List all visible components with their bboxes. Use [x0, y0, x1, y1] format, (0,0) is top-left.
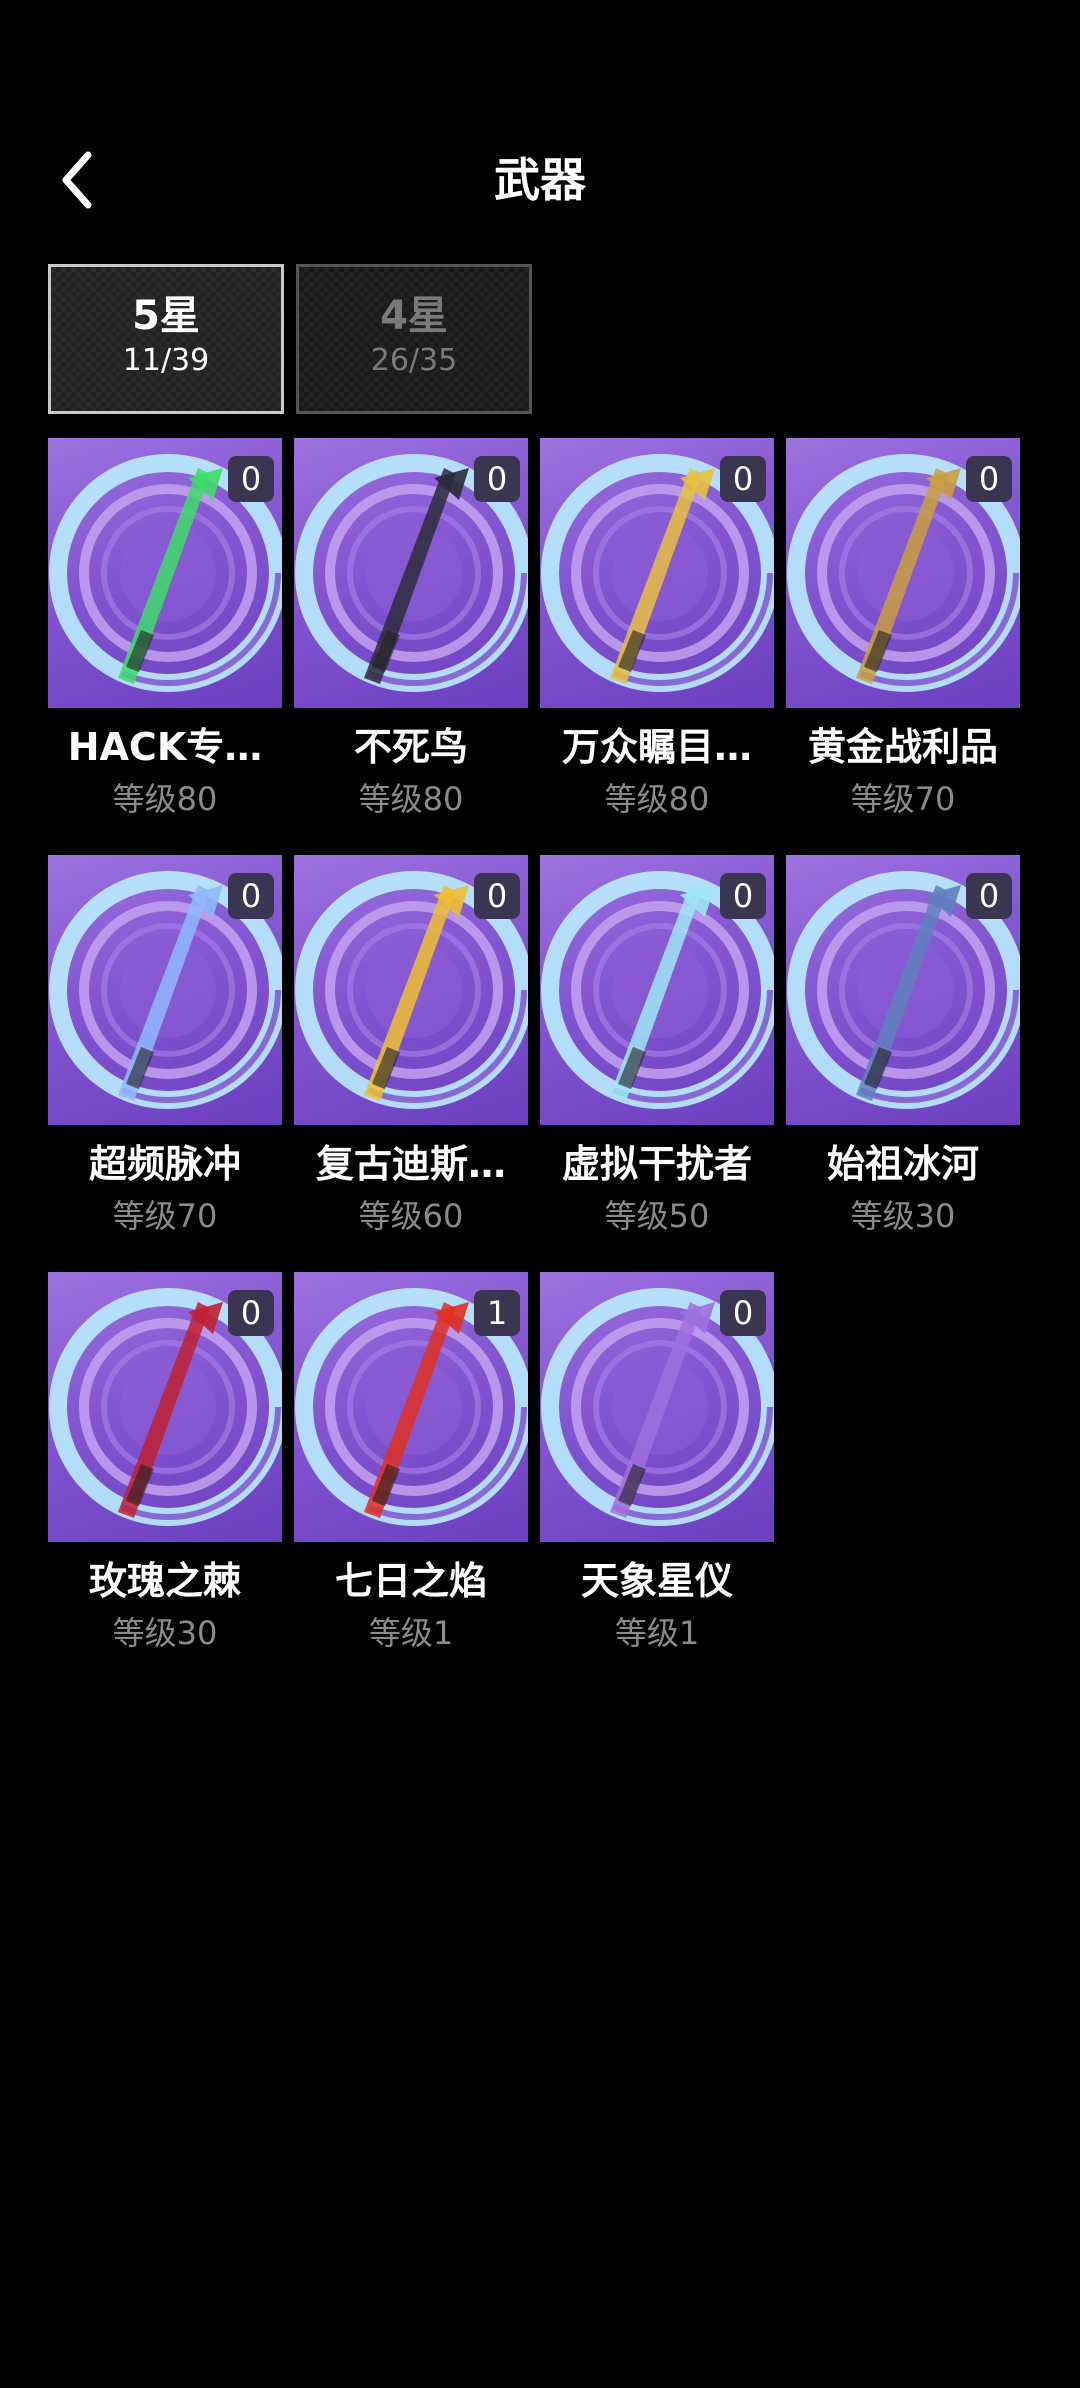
weapon-card[interactable]: 1 七日之焰等级1	[294, 1272, 528, 1672]
tab-label: 4星	[380, 293, 448, 339]
weapon-name: 虚拟干扰者	[561, 1142, 752, 1186]
weapon-name: 不死鸟	[353, 725, 468, 769]
weapon-level: 等级80	[112, 780, 218, 818]
tab-count: 11/39	[122, 343, 210, 378]
golden-scythe-icon: 0	[786, 438, 1020, 708]
weapon-level: 等级1	[614, 1614, 700, 1652]
weapon-level: 等级70	[850, 780, 956, 818]
tab-label: 5星	[132, 293, 200, 339]
star-dagger-icon: 0	[540, 1272, 774, 1542]
weapon-card[interactable]: 0 黄金战利品等级70	[786, 438, 1020, 838]
weapon-name: 始祖冰河	[826, 1142, 979, 1186]
guitar-spear-icon: 0	[540, 438, 774, 708]
weapon-level: 等级1	[368, 1614, 454, 1652]
crystal-dagger-icon: 0	[48, 855, 282, 1125]
refine-count-badge: 0	[720, 456, 766, 502]
weapon-name: HACK专…	[67, 725, 263, 769]
weapon-name: 七日之焰	[334, 1559, 487, 1603]
flame-blade-icon: 1	[294, 1272, 528, 1542]
tab-5-star[interactable]: 5星 11/39	[48, 264, 284, 414]
weapon-name: 天象星仪	[580, 1559, 733, 1603]
weapon-name: 黄金战利品	[807, 725, 998, 769]
refine-count-badge: 0	[474, 456, 520, 502]
weapon-level: 等级30	[850, 1197, 956, 1235]
rose-staff-icon: 0	[48, 1272, 282, 1542]
page-title: 武器	[494, 153, 586, 207]
refine-count-badge: 1	[474, 1290, 520, 1336]
refine-count-badge: 0	[720, 1290, 766, 1336]
refine-count-badge: 0	[966, 456, 1012, 502]
weapon-name: 万众瞩目…	[561, 725, 752, 769]
weapon-level: 等级80	[358, 780, 464, 818]
weapon-name: 超频脉冲	[88, 1142, 241, 1186]
weapon-card[interactable]: 0 玫瑰之棘等级30	[48, 1272, 282, 1672]
tab-4-star[interactable]: 4星 26/35	[296, 264, 532, 414]
weapon-card[interactable]: 0 万众瞩目… 等级80	[540, 438, 774, 838]
weapon-level: 等级60	[358, 1197, 464, 1235]
top-bar: 武器	[0, 120, 1080, 240]
weapon-name: 玫瑰之棘	[88, 1559, 241, 1603]
weapon-card[interactable]: 0 始祖冰河等级30	[786, 855, 1020, 1255]
weapon-card[interactable]: 0 复古迪斯… 等级60	[294, 855, 528, 1255]
weapon-level: 等级80	[604, 780, 710, 818]
refine-count-badge: 0	[966, 873, 1012, 919]
refine-count-badge: 0	[720, 873, 766, 919]
tab-count: 26/35	[370, 343, 458, 378]
refine-count-badge: 0	[474, 873, 520, 919]
weapon-card[interactable]: 0 虚拟干扰者等级50	[540, 855, 774, 1255]
refine-count-badge: 0	[228, 873, 274, 919]
weapon-level: 等级30	[112, 1614, 218, 1652]
weapon-card[interactable]: 0 HACK专… 等级80	[48, 438, 282, 838]
weapon-level: 等级50	[604, 1197, 710, 1235]
hacker-laptop-icon: 0	[48, 438, 282, 708]
weapon-name: 复古迪斯…	[315, 1142, 506, 1186]
weapon-level: 等级70	[112, 1197, 218, 1235]
refine-count-badge: 0	[228, 1290, 274, 1336]
weapon-card[interactable]: 0 不死鸟等级80	[294, 438, 528, 838]
curved-blade-icon: 0	[294, 438, 528, 708]
flip-phone-disco-icon: 0	[294, 855, 528, 1125]
refine-count-badge: 0	[228, 456, 274, 502]
ice-axe-icon: 0	[786, 855, 1020, 1125]
ice-swirl-icon: 0	[540, 855, 774, 1125]
weapon-card[interactable]: 0 超频脉冲等级70	[48, 855, 282, 1255]
weapon-card[interactable]: 0 天象星仪等级1	[540, 1272, 774, 1672]
